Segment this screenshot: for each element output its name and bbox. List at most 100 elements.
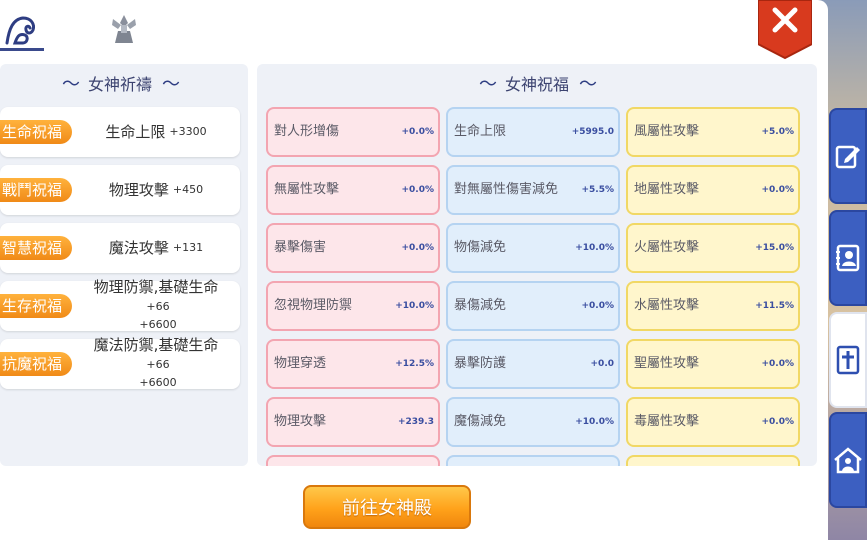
side-tab-goddess[interactable] (829, 312, 867, 408)
go-to-goddess-temple-button[interactable]: 前往女神殿 (303, 485, 471, 529)
stat-label: 暴傷減免 (454, 298, 507, 313)
stat-value: +10.0% (395, 301, 434, 311)
stat-card: 毒屬性攻擊 +0.0% (626, 397, 800, 447)
wave-ornament-right: 〜 (162, 74, 180, 95)
stat-card: 無屬性攻擊 +0.0% (266, 165, 440, 215)
blessing-bonus: +131 (172, 241, 204, 254)
blessing-tag: 智慧祝福 (0, 236, 72, 260)
stat-label: 物理穿透 (274, 356, 327, 371)
stat-value: +0.0% (401, 185, 434, 195)
stat-value: +0.0% (581, 301, 614, 311)
stat-value: +12.5% (395, 359, 434, 369)
prayer-section-header: 〜 女神祈禱 〜 (0, 72, 240, 95)
stat-value: +239.3 (397, 417, 434, 427)
goddess-prayer-panel: 〜 女神祈禱 〜 生命祝福 生命上限 +3300 戰鬥祝福 物理攻擊 +450 … (0, 64, 248, 466)
stat-card-partial (266, 455, 440, 466)
stat-label: 物傷減免 (454, 240, 507, 255)
stat-value: +5.0% (761, 127, 794, 137)
blessing-tag: 抗魔祝福 (0, 352, 72, 376)
stat-value: +5995.0 (571, 127, 614, 137)
blessing-effect: 物理攻擊 +450 (78, 165, 234, 215)
side-tab-edit[interactable] (829, 108, 867, 204)
stat-card: 火屬性攻擊 +15.0% (626, 223, 800, 273)
stat-value: +11.5% (755, 301, 794, 311)
crystal-emblem-icon (112, 15, 136, 43)
stat-label: 忽視物理防禦 (274, 298, 353, 313)
stat-value: +10.0% (575, 417, 614, 427)
stat-card: 物理穿透 +12.5% (266, 339, 440, 389)
stat-label: 地屬性攻擊 (634, 182, 700, 197)
blessing-effect: 物理防禦,基礎生命 +66 +6600 (78, 278, 234, 331)
stat-value: +15.0% (755, 243, 794, 253)
stat-card: 暴擊傷害 +0.0% (266, 223, 440, 273)
stat-label: 暴擊傷害 (274, 240, 327, 255)
blessing-stat: 物理攻擊 (108, 181, 169, 199)
stat-value: +0.0% (761, 417, 794, 427)
stat-card: 水屬性攻擊 +11.5% (626, 281, 800, 331)
tab-goddess-emblem[interactable] (102, 12, 146, 48)
blessing-stat: 魔法防禦,基礎生命 (93, 336, 219, 354)
stat-value: +0.0% (401, 127, 434, 137)
goddess-silhouette-icon (5, 16, 35, 45)
blessing-bonus: +450 (172, 183, 204, 196)
wave-ornament-right: 〜 (579, 74, 597, 95)
stat-card: 物傷減免 +10.0% (446, 223, 620, 273)
stat-card: 地屬性攻擊 +0.0% (626, 165, 800, 215)
blessing-bonus-secondary: +6600 (139, 318, 177, 331)
blessing-stat: 生命上限 (105, 123, 166, 141)
wave-ornament-left: 〜 (478, 74, 497, 95)
stat-label: 風屬性攻擊 (634, 124, 700, 139)
stat-card: 對人形增傷 +0.0% (266, 107, 440, 157)
blessing-row-battle: 戰鬥祝福 物理攻擊 +450 (0, 165, 240, 215)
blessing-effect: 魔法攻擊 +131 (78, 223, 234, 273)
wave-ornament-left: 〜 (61, 74, 80, 95)
cross-icon (836, 345, 860, 375)
stat-card: 風屬性攻擊 +5.0% (626, 107, 800, 157)
stat-value: +0.0 (590, 359, 614, 369)
blessing-bonus: +66 (146, 358, 170, 371)
contact-card-icon (836, 244, 860, 272)
blessing-row-wisdom: 智慧祝福 魔法攻擊 +131 (0, 223, 240, 273)
stat-label: 暴擊防護 (454, 356, 507, 371)
blessing-stat: 物理防禦,基礎生命 (93, 278, 219, 296)
active-tab-indicator (0, 48, 44, 51)
stat-value: +0.0% (761, 359, 794, 369)
side-tab-contacts[interactable] (829, 210, 867, 306)
blessing-row-anti-magic: 抗魔祝福 魔法防禦,基礎生命 +66 +6600 (0, 336, 240, 389)
tab-goddess-prayer[interactable] (0, 12, 44, 48)
stat-value: +5.5% (581, 185, 614, 195)
stat-card-partial (626, 455, 800, 466)
stat-label: 水屬性攻擊 (634, 298, 700, 313)
edit-icon (835, 145, 860, 169)
goddess-panel: 〜 女神祈禱 〜 生命祝福 生命上限 +3300 戰鬥祝福 物理攻擊 +450 … (0, 0, 828, 540)
stat-label: 無屬性攻擊 (274, 182, 340, 197)
close-button[interactable] (757, 0, 813, 60)
blessing-effect: 生命上限 +3300 (78, 107, 234, 157)
blessing-tag: 戰鬥祝福 (0, 178, 72, 202)
stat-card: 魔傷減免 +10.0% (446, 397, 620, 447)
blessing-effect: 魔法防禦,基礎生命 +66 +6600 (78, 336, 234, 389)
blessing-tag: 生存祝福 (0, 294, 72, 318)
blessing-row-survival: 生存祝福 物理防禦,基礎生命 +66 +6600 (0, 278, 240, 331)
stat-card: 對無屬性傷害減免 +5.5% (446, 165, 620, 215)
stat-value: +0.0% (761, 185, 794, 195)
stat-label: 生命上限 (454, 124, 507, 139)
goddess-blessing-panel[interactable]: 〜 女神祝福 〜 對人形增傷 +0.0% 無屬性攻擊 +0.0% 暴擊傷害 +0… (257, 64, 817, 466)
stat-label: 毒屬性攻擊 (634, 414, 700, 429)
prayer-section-title: 女神祈禱 (87, 75, 152, 94)
stat-label: 物理攻擊 (274, 414, 327, 429)
blessing-bonus: +3300 (169, 125, 207, 138)
blessing-tag: 生命祝福 (0, 120, 72, 144)
stat-card: 生命上限 +5995.0 (446, 107, 620, 157)
stat-card: 忽視物理防禦 +10.0% (266, 281, 440, 331)
blessing-bonus: +66 (146, 300, 170, 313)
stat-label: 對人形增傷 (274, 124, 340, 139)
home-people-icon (834, 447, 862, 474)
stat-card: 暴傷減免 +0.0% (446, 281, 620, 331)
blessing-bonus-secondary: +6600 (139, 376, 177, 389)
stat-value: +10.0% (575, 243, 614, 253)
stat-label: 魔傷減免 (454, 414, 507, 429)
stat-label: 對無屬性傷害減免 (454, 182, 559, 197)
blessing-section-title: 女神祝福 (504, 75, 569, 94)
side-tab-home[interactable] (829, 412, 867, 508)
